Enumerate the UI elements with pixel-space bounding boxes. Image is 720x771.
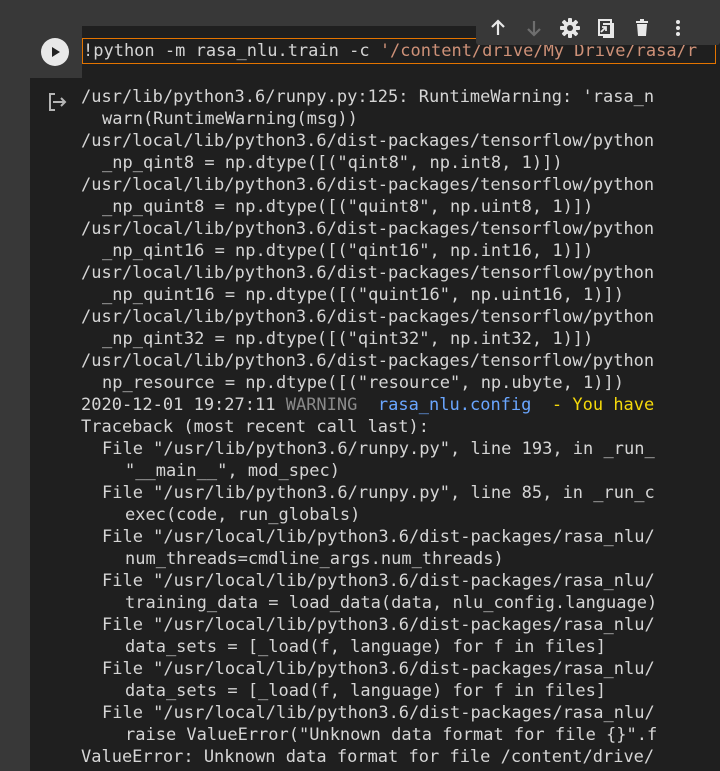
output-line: File "/usr/lib/python3.6/runpy.py", line…: [102, 483, 655, 503]
output-line: Traceback (most recent call last):: [81, 417, 429, 437]
log-logger: rasa_nlu.config: [377, 395, 532, 415]
output-line: File "/usr/local/lib/python3.6/dist-pack…: [102, 703, 655, 723]
output-line: data_sets = [_load(f, language) for f in…: [125, 681, 607, 701]
mirror-cell-button[interactable]: [588, 10, 624, 45]
output-line: _np_qint8 = np.dtype([("qint8", np.int8,…: [102, 153, 563, 173]
output-redirect-icon: [49, 93, 67, 111]
output-line: raise ValueError("Unknown data format fo…: [125, 725, 658, 745]
output-line: File "/usr/local/lib/python3.6/dist-pack…: [102, 659, 655, 679]
output-line: _np_qint16 = np.dtype([("qint16", np.int…: [102, 241, 594, 261]
output-line: data_sets = [_load(f, language) for f in…: [125, 637, 607, 657]
output-line: warn(RuntimeWarning(msg)): [102, 109, 358, 129]
output-line: training_data = load_data(data, nlu_conf…: [125, 593, 658, 613]
output-line: _np_qint32 = np.dtype([("qint32", np.int…: [102, 329, 594, 349]
output-line: File "/usr/lib/python3.6/runpy.py", line…: [102, 439, 655, 459]
output-line: ValueError: Unknown data format for file…: [81, 747, 655, 767]
output-line: /usr/local/lib/python3.6/dist-packages/t…: [81, 263, 655, 283]
output-line: File "/usr/local/lib/python3.6/dist-pack…: [102, 527, 655, 547]
trash-icon: [636, 18, 648, 36]
output-line: /usr/local/lib/python3.6/dist-packages/t…: [81, 175, 655, 195]
more-vert-icon: [676, 19, 680, 36]
play-icon: [52, 47, 60, 57]
clear-output-button[interactable]: [47, 91, 69, 113]
output-line: /usr/local/lib/python3.6/dist-packages/t…: [81, 307, 655, 327]
output-line: "__main__", mod_spec): [125, 461, 340, 481]
log-level: WARNING: [285, 395, 358, 415]
output-line: /usr/local/lib/python3.6/dist-packages/t…: [81, 351, 655, 371]
more-actions-button[interactable]: [660, 10, 696, 45]
run-gutter: [30, 26, 82, 78]
log-separator: -: [551, 395, 563, 415]
log-warning-line: 2020-12-01 19:27:11 WARNING rasa_nlu.con…: [81, 394, 720, 416]
output-line: exec(code, run_globals): [125, 505, 361, 525]
output-line: np_resource = np.dtype([("resource", np.…: [102, 373, 624, 393]
output-line: /usr/local/lib/python3.6/dist-packages/t…: [81, 131, 655, 151]
output-line: File "/usr/local/lib/python3.6/dist-pack…: [102, 571, 655, 591]
delete-cell-button[interactable]: [624, 10, 660, 45]
output-line: /usr/local/lib/python3.6/dist-packages/t…: [81, 219, 655, 239]
arrow-down-icon: [527, 20, 541, 37]
log-message: You have: [572, 395, 655, 415]
gear-icon: [560, 17, 580, 38]
arrow-up-icon: [491, 18, 505, 35]
output-line: _np_quint8 = np.dtype([("quint8", np.uin…: [102, 197, 594, 217]
move-up-button[interactable]: [480, 10, 516, 45]
output-line: num_threads=cmdline_args.num_threads): [125, 549, 504, 569]
output-line: /usr/lib/python3.6/runpy.py:125: Runtime…: [81, 87, 655, 107]
output-line: File "/usr/local/lib/python3.6/dist-pack…: [102, 615, 655, 635]
cell-settings-button[interactable]: [552, 10, 588, 45]
move-down-button[interactable]: [516, 10, 552, 45]
mirror-cell-icon: [598, 18, 614, 38]
cell-output: /usr/lib/python3.6/runpy.py:125: Runtime…: [81, 86, 720, 771]
output-line: _np_quint16 = np.dtype([("quint16", np.u…: [102, 285, 624, 305]
cell-toolbar: [476, 10, 720, 45]
code-cell[interactable]: !python -m rasa_nlu.train -c '/content/d…: [30, 10, 720, 771]
code-command: !python -m rasa_nlu.train -c: [83, 41, 380, 61]
run-cell-button[interactable]: [41, 38, 69, 66]
log-timestamp: 2020-12-01 19:27:11: [81, 395, 276, 415]
